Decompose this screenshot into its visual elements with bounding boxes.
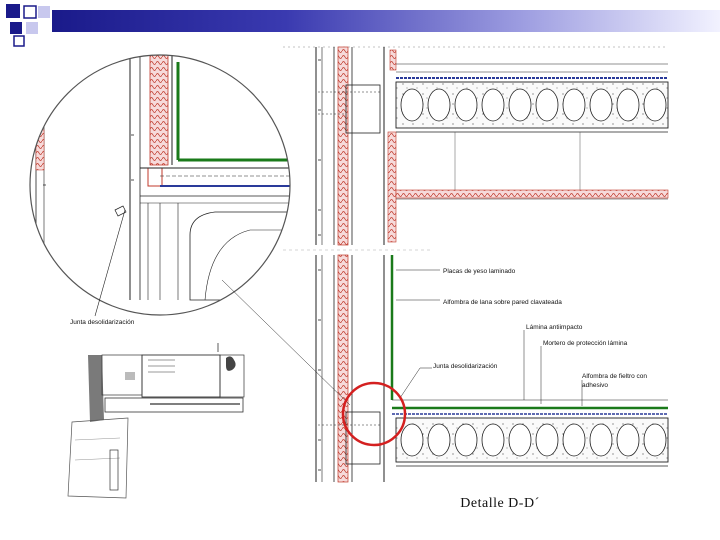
slab-void bbox=[562, 423, 586, 457]
section-upper bbox=[283, 46, 669, 246]
label-junta-circle: Junta desolidarización bbox=[70, 319, 135, 326]
label-junta-detail: Junta desolidarización bbox=[433, 363, 498, 370]
slab-void bbox=[535, 423, 559, 457]
label-placas-yeso: Placas de yeso laminado bbox=[443, 268, 516, 275]
slab-void bbox=[589, 423, 613, 457]
floor-plan-thumbnail bbox=[67, 343, 245, 499]
slab-void bbox=[481, 88, 505, 122]
slab-void bbox=[481, 423, 505, 457]
slab-void bbox=[616, 88, 640, 122]
slab-void bbox=[454, 423, 478, 457]
detail-caption: Detalle D-D´ bbox=[460, 496, 540, 511]
slab-void bbox=[643, 423, 667, 457]
slab-void bbox=[562, 88, 586, 122]
slab-void bbox=[616, 423, 640, 457]
label-alfombra-lana: Alfombra de lana sobre pared clavateada bbox=[443, 299, 562, 306]
slab-void bbox=[400, 423, 424, 457]
magnified-detail-circle bbox=[29, 54, 291, 316]
leader-lines bbox=[221, 269, 583, 406]
label-alfombra-fieltro-1: Alfombra de fieltro con bbox=[582, 373, 647, 380]
slab-void bbox=[454, 88, 478, 122]
slab-void bbox=[427, 423, 451, 457]
label-alfombra-fieltro-2: adhesivo bbox=[582, 382, 608, 389]
label-mortero-proteccion: Mortero de protección lámina bbox=[543, 340, 628, 347]
slab-void bbox=[508, 423, 532, 457]
slab-void bbox=[427, 88, 451, 122]
slab-void bbox=[643, 88, 667, 122]
slab-void bbox=[508, 88, 532, 122]
construction-detail-drawing: Junta desolidarización Placas de yeso la… bbox=[29, 46, 669, 499]
label-lamina-antiimpacto: Lámina antiimpacto bbox=[526, 324, 583, 331]
slab-void bbox=[589, 88, 613, 122]
slab-void bbox=[400, 88, 424, 122]
slab-void bbox=[535, 88, 559, 122]
